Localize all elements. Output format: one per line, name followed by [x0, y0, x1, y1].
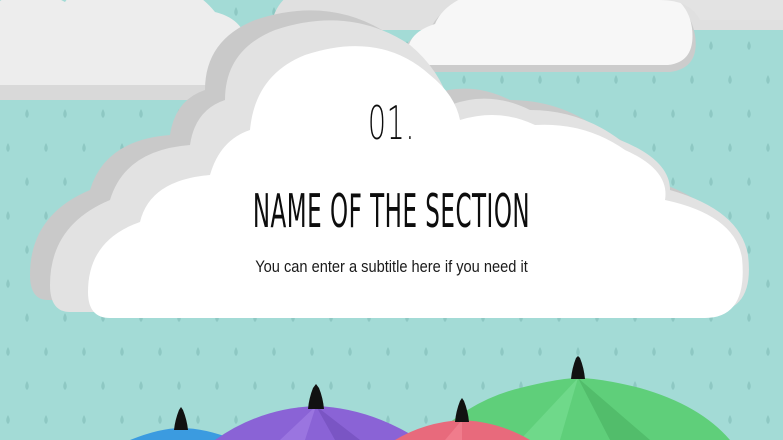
section-subtitle: You can enter a subtitle here if you nee… — [255, 257, 528, 276]
slide-text: 01. NAME OF THE SECTION You can enter a … — [0, 0, 783, 440]
section-number: 01. — [367, 96, 416, 150]
section-title: NAME OF THE SECTION — [252, 184, 531, 238]
